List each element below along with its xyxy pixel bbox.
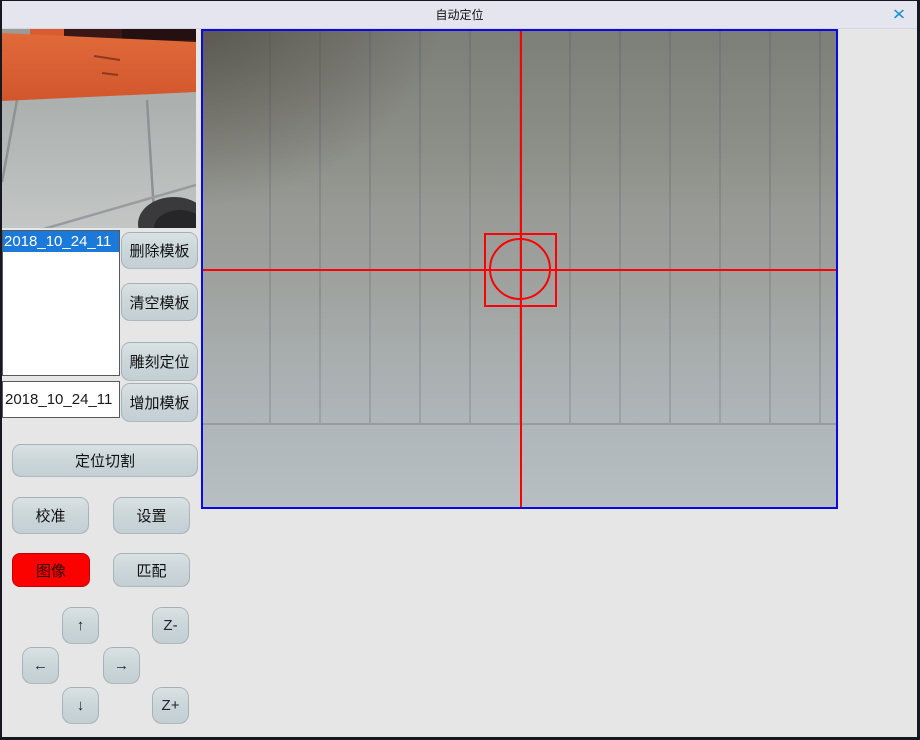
engrave-position-button[interactable]: 雕刻定位: [121, 342, 198, 381]
auto-position-dialog: 自动定位 ✕: [0, 0, 920, 740]
template-list[interactable]: 2018_10_24_11: [2, 230, 120, 376]
settings-button[interactable]: 设置: [113, 497, 190, 534]
template-thumbnail: [2, 29, 196, 228]
dialog-title: 自动定位: [435, 6, 483, 23]
jog-left-button[interactable]: ←: [22, 647, 59, 684]
jog-right-button[interactable]: →: [103, 647, 140, 684]
add-template-button[interactable]: 增加模板: [121, 383, 198, 422]
calibrate-button[interactable]: 校准: [12, 497, 89, 534]
camera-view[interactable]: [201, 29, 838, 509]
thumbnail-image: [2, 29, 196, 228]
template-list-item[interactable]: 2018_10_24_11: [3, 231, 119, 252]
clear-templates-button[interactable]: 清空模板: [121, 283, 198, 321]
z-plus-button[interactable]: Z+: [152, 687, 189, 724]
jog-down-button[interactable]: ↓: [62, 687, 99, 724]
template-name-input[interactable]: [2, 381, 120, 418]
image-button[interactable]: 图像: [12, 553, 90, 587]
z-minus-button[interactable]: Z-: [152, 607, 189, 644]
position-cut-button[interactable]: 定位切割: [12, 444, 198, 477]
delete-template-button[interactable]: 删除模板: [121, 232, 198, 269]
jog-up-button[interactable]: ↑: [62, 607, 99, 644]
titlebar: 自动定位 ✕: [2, 1, 917, 29]
close-icon[interactable]: ✕: [887, 4, 911, 26]
match-button[interactable]: 匹配: [113, 553, 190, 587]
match-target-circle: [489, 238, 551, 300]
